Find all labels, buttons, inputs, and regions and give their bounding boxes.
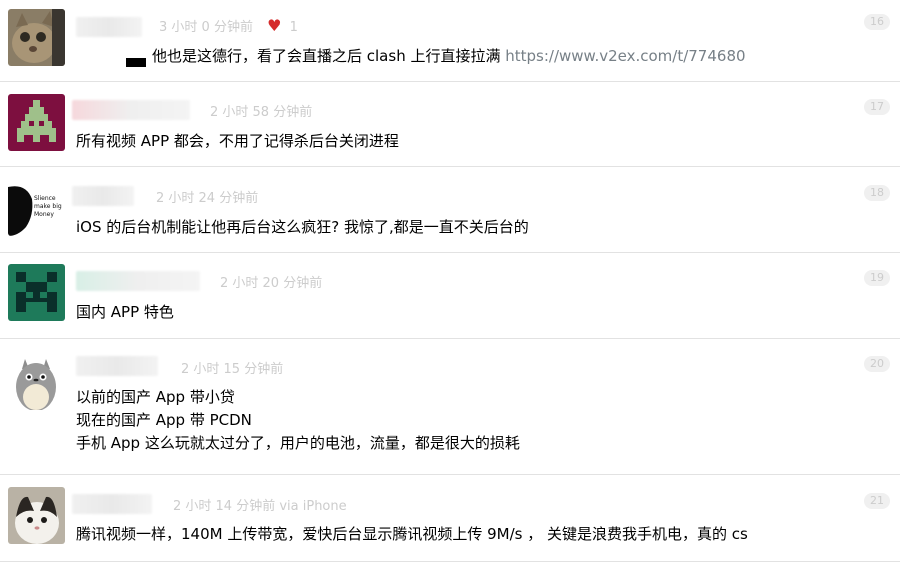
- reply-line: 现在的国产 App 带 PCDN: [76, 411, 252, 429]
- reply-meta: 3 小时 0 分钟前 ♥ 1: [159, 16, 298, 35]
- reply-18: Slience make big Money 2 小时 24 分钟前 18 iO…: [0, 167, 900, 253]
- reply-time: 2 小时 24 分钟前: [156, 191, 259, 206]
- heart-count: 1: [289, 20, 298, 35]
- pixel-invader-avatar[interactable]: [8, 94, 65, 151]
- reply-20: 2 小时 15 分钟前 20 以前的国产 App 带小贷 现在的国产 App 带…: [0, 339, 900, 475]
- avatar-text-1: Slience: [34, 195, 56, 202]
- reply-meta: 2 小时 15 分钟前: [181, 358, 283, 377]
- cat-photo-avatar[interactable]: [8, 9, 65, 66]
- username-blurred[interactable]: [76, 356, 158, 376]
- floor-number: 17: [864, 99, 890, 115]
- silence-money-avatar[interactable]: Slience make big Money: [8, 179, 65, 236]
- username-blurred[interactable]: [72, 494, 152, 514]
- heart-icon: ♥: [267, 16, 282, 35]
- black-redaction-block: [126, 58, 146, 67]
- reply-17: 2 小时 58 分钟前 17 所有视频 APP 都会，不用了记得杀后台关闭进程: [0, 82, 900, 167]
- totoro-avatar[interactable]: [8, 353, 65, 410]
- reply-text: iOS 的后台机制能让他再后台这么疯狂? 我惊了,都是一直不关后台的: [76, 218, 529, 236]
- reply-time: 2 小时 58 分钟前: [210, 105, 313, 120]
- username-blurred[interactable]: [72, 100, 190, 120]
- reply-text: 他也是这德行，看了会直播之后 clash 上行直接拉满: [152, 47, 501, 65]
- reply-meta: 2 小时 20 分钟前: [220, 272, 322, 291]
- reply-19: 2 小时 20 分钟前 19 国内 APP 特色: [0, 253, 900, 339]
- reply-content: iOS 的后台机制能让他再后台这么疯狂? 我惊了,都是一直不关后台的: [76, 216, 529, 239]
- reply-content: 他也是这德行，看了会直播之后 clash 上行直接拉满 https://www.…: [126, 45, 746, 68]
- username-blurred[interactable]: [76, 17, 142, 37]
- reply-line: 以前的国产 App 带小贷: [76, 388, 235, 406]
- reply-time: 2 小时 14 分钟前 via iPhone: [173, 499, 347, 514]
- pixel-green-avatar[interactable]: [8, 264, 65, 321]
- reply-16: 3 小时 0 分钟前 ♥ 1 16 他也是这德行，看了会直播之后 clash 上…: [0, 0, 900, 82]
- topic-link[interactable]: https://www.v2ex.com/t/774680: [505, 47, 745, 65]
- reply-line: 手机 App 这么玩就太过分了，用户的电池，流量，都是很大的损耗: [76, 434, 520, 452]
- floor-number: 16: [864, 14, 890, 30]
- reply-content: 国内 APP 特色: [76, 301, 174, 324]
- reply-time: 3 小时 0 分钟前: [159, 20, 253, 35]
- reply-text: 腾讯视频一样，140M 上传带宽，爱快后台显示腾讯视频上传 9M/s ， 关键是…: [76, 525, 748, 543]
- reply-content: 所有视频 APP 都会，不用了记得杀后台关闭进程: [76, 130, 399, 153]
- reply-meta: 2 小时 24 分钟前: [156, 187, 258, 206]
- reply-21: 2 小时 14 分钟前 via iPhone 21 腾讯视频一样，140M 上传…: [0, 475, 900, 562]
- floor-number: 21: [864, 493, 890, 509]
- avatar-text-3: Money: [34, 211, 54, 218]
- reply-time: 2 小时 15 分钟前: [181, 362, 284, 377]
- reply-time: 2 小时 20 分钟前: [220, 276, 323, 291]
- reply-meta: 2 小时 58 分钟前: [210, 101, 312, 120]
- avatar-text-2: make big: [34, 203, 62, 210]
- username-blurred[interactable]: [76, 271, 200, 291]
- floor-number: 19: [864, 270, 890, 286]
- username-blurred[interactable]: [72, 186, 134, 206]
- floor-number: 18: [864, 185, 890, 201]
- reply-content: 以前的国产 App 带小贷 现在的国产 App 带 PCDN 手机 App 这么…: [76, 386, 520, 455]
- floor-number: 20: [864, 356, 890, 372]
- reply-text: 所有视频 APP 都会，不用了记得杀后台关闭进程: [76, 132, 399, 150]
- cat-face-avatar[interactable]: [8, 487, 65, 544]
- reply-meta: 2 小时 14 分钟前 via iPhone: [173, 495, 347, 514]
- reply-text: 国内 APP 特色: [76, 303, 174, 321]
- reply-content: 腾讯视频一样，140M 上传带宽，爱快后台显示腾讯视频上传 9M/s ， 关键是…: [76, 523, 748, 546]
